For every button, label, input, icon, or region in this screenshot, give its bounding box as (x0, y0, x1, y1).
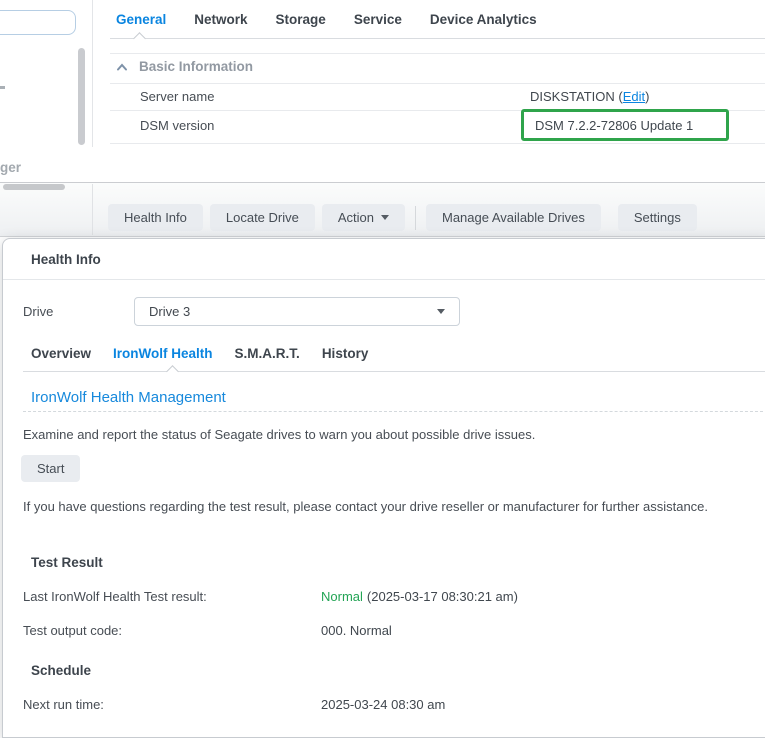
section-title: Basic Information (139, 59, 253, 74)
tab-ironwolf-health[interactable]: IronWolf Health (113, 346, 213, 361)
dsm-version-value: DSM 7.2.2-72806 Update 1 (535, 118, 693, 133)
tab-smart[interactable]: S.M.A.R.T. (235, 346, 300, 361)
tab-strip-border (110, 38, 765, 39)
server-name-text-suffix: ) (645, 89, 649, 104)
schedule-heading: Schedule (31, 663, 91, 678)
drive-select[interactable]: Drive 3 (134, 297, 460, 326)
test-output-code-value: 000. Normal (321, 623, 392, 638)
settings-button-label: Settings (634, 210, 681, 225)
status-normal: Normal (321, 589, 363, 604)
tab-general[interactable]: General (116, 12, 166, 27)
ironwolf-heading: IronWolf Health Management (31, 389, 226, 406)
storage-manager-toolbar: Health Info Locate Drive Action Manage A… (0, 182, 765, 237)
start-button[interactable]: Start (21, 455, 80, 482)
divider (110, 83, 765, 84)
test-output-code-label: Test output code: (23, 623, 122, 638)
dialog-header: Health Info (3, 239, 765, 280)
sidebar-divider (92, 0, 93, 147)
tab-device-analytics[interactable]: Device Analytics (430, 12, 537, 27)
settings-button[interactable]: Settings (618, 204, 697, 231)
basic-information-header[interactable]: Basic Information (116, 59, 253, 74)
start-button-label: Start (37, 461, 64, 476)
server-name-label: Server name (140, 89, 214, 104)
locate-drive-button[interactable]: Locate Drive (210, 204, 315, 231)
manage-available-drives-button[interactable]: Manage Available Drives (426, 204, 601, 231)
dialog-tabs: Overview IronWolf Health S.M.A.R.T. Hist… (31, 346, 368, 361)
divider (110, 53, 765, 54)
chevron-up-icon (116, 63, 128, 71)
next-run-time-label: Next run time: (23, 697, 104, 712)
active-tab-notch (133, 32, 146, 45)
horizontal-scrollbar[interactable] (3, 184, 65, 190)
last-test-result-label: Last IronWolf Health Test result: (23, 589, 207, 604)
divider (110, 143, 765, 144)
search-input[interactable] (0, 10, 76, 35)
drive-select-value: Drive 3 (149, 304, 190, 319)
action-dropdown-button[interactable]: Action (322, 204, 405, 231)
chevron-down-icon (437, 309, 445, 314)
dialog-title: Health Info (31, 239, 101, 280)
health-info-button[interactable]: Health Info (108, 204, 203, 231)
active-tab-notch (166, 365, 179, 378)
caret-down-icon (381, 215, 389, 220)
next-run-time-value: 2025-03-24 08:30 am (321, 697, 445, 712)
dsm-version-label: DSM version (140, 118, 214, 133)
tab-history[interactable]: History (322, 346, 369, 361)
dialog-tab-strip-border (23, 371, 765, 372)
status-timestamp: (2025-03-17 08:30:21 am) (367, 589, 518, 604)
manage-drives-button-label: Manage Available Drives (442, 210, 585, 225)
last-test-result-value: Normal (2025-03-17 08:30:21 am) (321, 589, 518, 604)
tab-service[interactable]: Service (354, 12, 402, 27)
locate-drive-button-label: Locate Drive (226, 210, 299, 225)
test-result-heading: Test Result (31, 555, 103, 570)
server-name-text: DISKSTATION ( (530, 89, 623, 104)
sidebar-text-fragment (0, 86, 5, 89)
sidebar-scrollbar[interactable] (78, 48, 85, 145)
toolbar-sidebar-divider (92, 184, 93, 235)
server-name-value: DISKSTATION (Edit) (530, 89, 649, 104)
toolbar-separator (415, 206, 416, 230)
tab-network[interactable]: Network (194, 12, 247, 27)
drive-label: Drive (23, 304, 53, 319)
ironwolf-description: Examine and report the status of Seagate… (23, 427, 535, 442)
action-button-label: Action (338, 210, 374, 225)
dsm-version-highlight-box: DSM 7.2.2-72806 Update 1 (521, 109, 729, 141)
tab-overview[interactable]: Overview (31, 346, 91, 361)
dashed-divider (23, 411, 765, 412)
health-info-dialog: Health Info Drive Drive 3 Overview IronW… (2, 238, 765, 738)
edit-link[interactable]: Edit (623, 89, 645, 104)
window-title-fragment: ger (0, 160, 21, 175)
tab-storage[interactable]: Storage (276, 12, 326, 27)
reseller-note: If you have questions regarding the test… (23, 494, 749, 520)
control-panel-tabs: General Network Storage Service Device A… (116, 12, 537, 27)
health-info-button-label: Health Info (124, 210, 187, 225)
